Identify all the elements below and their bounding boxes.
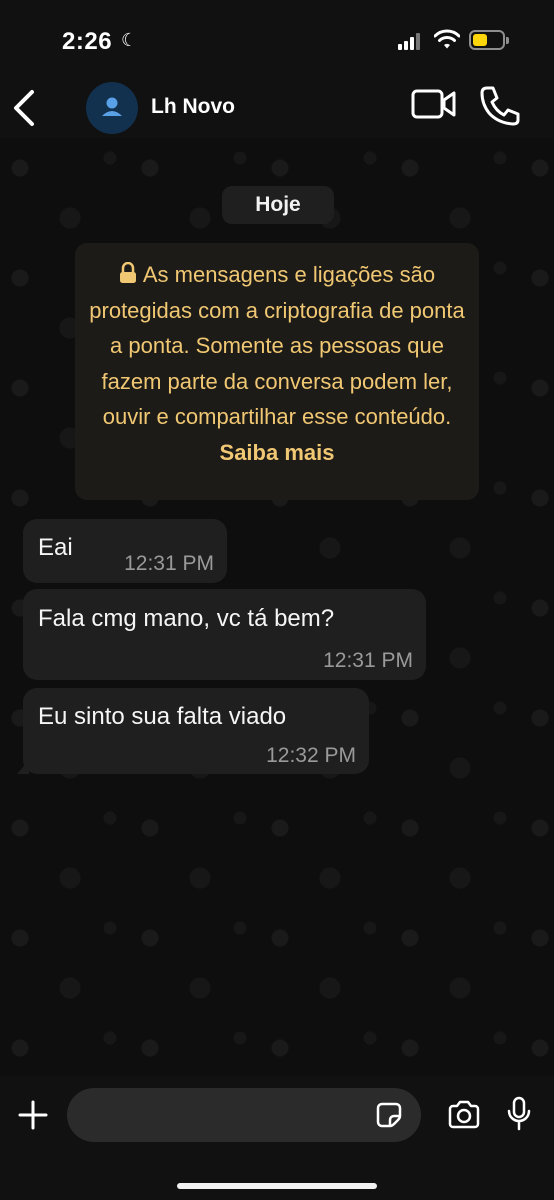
signal-icon <box>398 32 424 50</box>
moon-icon: ☾ <box>121 30 138 50</box>
back-icon[interactable] <box>10 86 40 130</box>
message-bubble[interactable]: Eai 12:31 PM <box>23 519 227 583</box>
avatar[interactable] <box>86 82 138 134</box>
video-call-icon[interactable] <box>410 86 458 122</box>
date-separator: Hoje <box>222 186 334 224</box>
clock: 2:26 <box>62 28 113 55</box>
learn-more-link[interactable]: Saiba mais <box>220 440 335 465</box>
avatar-icon <box>102 97 122 116</box>
wifi-icon <box>434 29 460 49</box>
message-text: Eu sinto sua falta viado <box>38 703 287 730</box>
sticker-icon[interactable] <box>376 1102 402 1128</box>
message-bubble[interactable]: Fala cmg mano, vc tá bem? 12:31 PM <box>23 589 426 680</box>
message-text: Fala cmg mano, vc tá bem? <box>38 605 335 632</box>
camera-icon[interactable] <box>447 1100 481 1130</box>
composer-bar <box>0 1076 554 1200</box>
bubble-tail <box>17 760 29 774</box>
phone-call-icon[interactable] <box>478 84 522 128</box>
lock-icon <box>119 262 136 283</box>
message-timestamp: 12:32 PM <box>266 744 356 767</box>
contact-name[interactable]: Lh Novo <box>151 95 235 119</box>
status-bar: 2:26 ☾ <box>0 0 554 80</box>
encryption-notice[interactable]: As mensagens e ligações são protegidas c… <box>75 243 479 500</box>
message-bubble[interactable]: Eu sinto sua falta viado 12:32 PM <box>17 688 369 774</box>
battery-icon <box>469 30 509 50</box>
chat-header: Lh Novo <box>0 80 554 138</box>
home-indicator <box>177 1183 377 1189</box>
message-text: Eai <box>38 534 73 561</box>
encryption-notice-text: As mensagens e ligações são protegidas c… <box>89 262 465 429</box>
message-input[interactable] <box>67 1088 421 1142</box>
message-timestamp: 12:31 PM <box>323 649 413 672</box>
message-timestamp: 12:31 PM <box>124 552 214 575</box>
microphone-icon[interactable] <box>506 1096 532 1132</box>
encryption-notice-body: As mensagens e ligações são protegidas c… <box>85 257 469 470</box>
plus-icon[interactable] <box>18 1100 48 1130</box>
